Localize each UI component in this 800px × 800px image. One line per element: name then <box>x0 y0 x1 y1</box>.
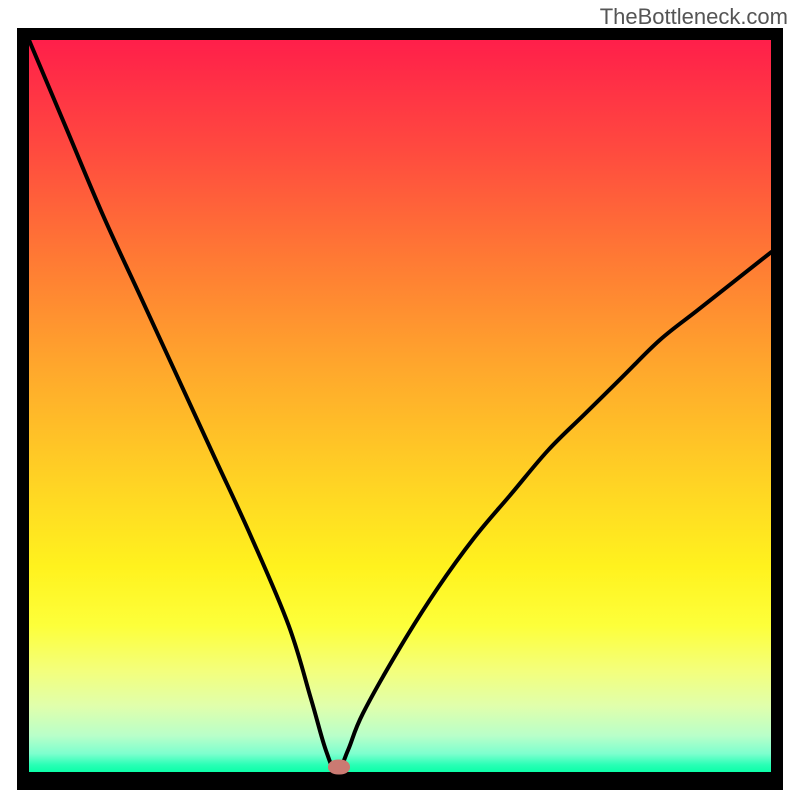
watermark-text: TheBottleneck.com <box>600 4 788 30</box>
plot-area <box>29 40 771 772</box>
chart-container: TheBottleneck.com <box>0 0 800 800</box>
plot-frame <box>17 28 783 790</box>
curve-path <box>29 40 771 772</box>
curve-svg <box>29 40 771 772</box>
optimum-marker <box>328 759 350 774</box>
